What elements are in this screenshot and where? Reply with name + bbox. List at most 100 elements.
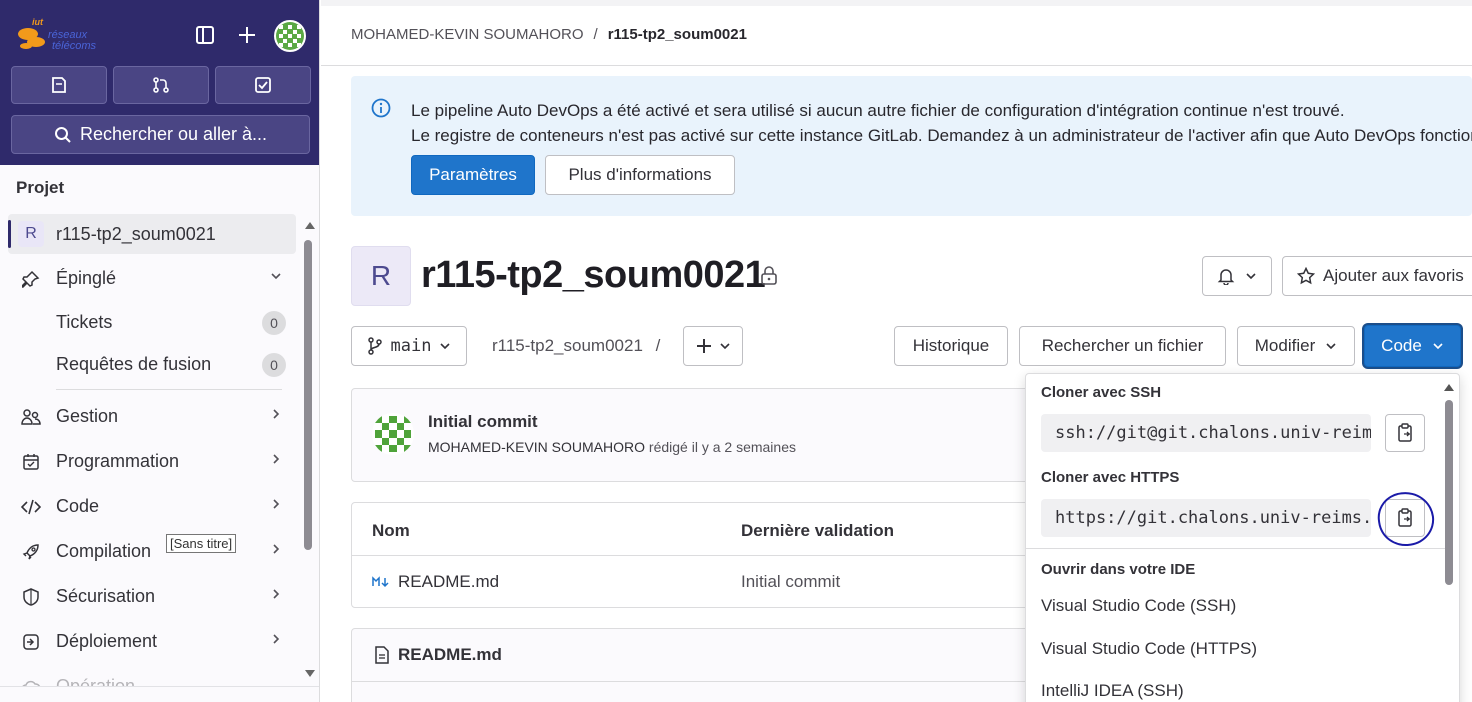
repo-path: r115-tp2_soum0021 /: [492, 336, 660, 356]
top-strip: [321, 0, 1472, 6]
edit-dropdown[interactable]: Modifier: [1237, 326, 1355, 366]
ide-item-vscode-https[interactable]: Visual Studio Code (HTTPS): [1041, 639, 1257, 659]
file-icon: [375, 646, 389, 664]
merge-requests-shortcut-button[interactable]: [113, 66, 209, 104]
sidebar-pinned-label: Épinglé: [56, 268, 117, 288]
sidebar-item-tickets[interactable]: Tickets 0: [0, 301, 300, 343]
find-file-button[interactable]: Rechercher un fichier: [1019, 326, 1226, 366]
more-info-button[interactable]: Plus d'informations: [545, 155, 735, 195]
chevron-down-icon: [1433, 343, 1443, 350]
code-button-label: Code: [1381, 336, 1422, 355]
sidebar-item-label: Gestion: [56, 406, 119, 426]
commit-author[interactable]: MOHAMED-KEVIN SOUMAHORO: [428, 439, 645, 455]
todo-icon: [255, 77, 271, 93]
sidebar-item-code[interactable]: Code: [0, 484, 300, 529]
repo-path-root[interactable]: r115-tp2_soum0021: [492, 336, 643, 355]
global-search-button[interactable]: Rechercher ou aller à...: [11, 115, 310, 154]
breadcrumb-project[interactable]: r115-tp2_soum0021: [608, 26, 747, 43]
chevron-right-icon: [273, 499, 280, 509]
add-file-dropdown[interactable]: [683, 326, 743, 366]
history-button[interactable]: Historique: [894, 326, 1008, 366]
dropdown-scroll-up-arrow[interactable]: [1444, 384, 1454, 391]
chevron-down-icon: [720, 343, 730, 350]
scroll-down-arrow[interactable]: [305, 670, 315, 677]
issues-icon: [52, 77, 66, 93]
dropdown-divider: [1026, 548, 1446, 549]
code-dropdown-button[interactable]: Code: [1364, 325, 1461, 367]
auto-devops-alert: Le pipeline Auto DevOps a été activé et …: [351, 76, 1472, 216]
readme-card: README.md: [351, 628, 1041, 702]
notifications-dropdown[interactable]: [1202, 256, 1272, 296]
sidebar-toggle-icon[interactable]: [190, 20, 220, 50]
table-divider: [352, 555, 1040, 556]
count-badge: 0: [262, 311, 286, 335]
sidebar-item-project[interactable]: R r115-tp2_soum0021: [8, 214, 296, 254]
branch-name: main: [390, 336, 432, 356]
readme-header: README.md: [374, 645, 502, 665]
tooltip: [Sans titre]: [166, 534, 237, 553]
alert-message: Le pipeline Auto DevOps a été activé et …: [411, 98, 1472, 148]
commit-author-avatar[interactable]: [372, 413, 414, 455]
issues-shortcut-button[interactable]: [11, 66, 107, 104]
sidebar-item-programmation[interactable]: Programmation: [0, 439, 300, 484]
todo-shortcut-button[interactable]: [215, 66, 311, 104]
plus-icon: [697, 339, 711, 353]
user-avatar[interactable]: [274, 20, 306, 52]
info-icon: [371, 98, 391, 123]
sidebar-item-gestion[interactable]: Gestion: [0, 394, 300, 439]
users-icon: [20, 406, 42, 428]
clipboard-icon: [1398, 423, 1412, 442]
table-row[interactable]: README.md: [372, 572, 499, 592]
commit-title[interactable]: Initial commit: [428, 412, 538, 432]
sidebar-item-merge-requests[interactable]: Requêtes de fusion 0: [0, 343, 300, 385]
sidebar-item-pinned[interactable]: Épinglé: [0, 256, 300, 301]
shield-icon: [20, 586, 42, 608]
sidebar-section-title: Projet: [16, 178, 65, 197]
svg-text:télécoms: télécoms: [52, 40, 97, 52]
commit-time: rédigé il y a 2 semaines: [648, 439, 796, 455]
scroll-up-arrow[interactable]: [305, 222, 315, 229]
sidebar: iut réseaux télécoms Rechercher ou aller…: [0, 0, 320, 702]
branch-selector[interactable]: main: [351, 326, 467, 366]
markdown-icon: [372, 576, 389, 588]
project-avatar-large: R: [351, 246, 411, 306]
project-avatar: R: [18, 221, 44, 247]
sidebar-scrollbar[interactable]: [304, 240, 312, 550]
readme-title: README.md: [398, 645, 502, 664]
sidebar-item-compilation[interactable]: Compilation: [0, 529, 300, 574]
ide-item-vscode-ssh[interactable]: Visual Studio Code (SSH): [1041, 596, 1236, 616]
dropdown-scrollbar[interactable]: [1445, 400, 1453, 585]
sidebar-nav: R r115-tp2_soum0021 Épinglé Tickets 0 Re…: [0, 214, 300, 702]
files-table: Nom Dernière validation README.md Initia…: [351, 502, 1041, 608]
sidebar-header: iut réseaux télécoms Rechercher ou aller…: [0, 0, 319, 165]
plus-icon[interactable]: [232, 20, 262, 50]
column-header-name: Nom: [372, 521, 410, 540]
breadcrumb-separator: /: [593, 26, 598, 43]
branch-icon: [367, 337, 382, 355]
sidebar-item-label: Sécurisation: [56, 586, 156, 606]
settings-button[interactable]: Paramètres: [411, 155, 535, 195]
sidebar-sub-label: Requêtes de fusion: [56, 353, 212, 374]
breadcrumb-owner[interactable]: MOHAMED-KEVIN SOUMAHORO: [351, 26, 584, 43]
calendar-icon: [20, 451, 42, 473]
commit-meta: MOHAMED-KEVIN SOUMAHORO rédigé il y a 2 …: [428, 439, 796, 455]
file-name[interactable]: README.md: [398, 572, 499, 592]
sidebar-item-deploiement[interactable]: Déploiement: [0, 619, 300, 664]
lock-icon: [760, 266, 778, 291]
alert-line-1: Le pipeline Auto DevOps a été activé et …: [411, 101, 1345, 120]
app: iut réseaux télécoms Rechercher ou aller…: [0, 0, 1472, 702]
chevron-down-icon: [1246, 273, 1256, 280]
svg-text:iut: iut: [32, 17, 44, 27]
clone-ssh-input[interactable]: ssh://git@git.chalons.univ-reims.fr: [1041, 414, 1371, 452]
deploy-icon: [20, 631, 42, 653]
repo-path-separator: /: [655, 336, 661, 355]
code-icon: [20, 496, 42, 518]
clone-https-input[interactable]: https://git.chalons.univ-reims.fr: [1041, 499, 1371, 537]
file-last-commit[interactable]: Initial commit: [741, 572, 840, 592]
sidebar-item-label: Programmation: [56, 451, 180, 471]
star-button[interactable]: Ajouter aux favoris: [1282, 256, 1472, 296]
sidebar-item-securisation[interactable]: Sécurisation: [0, 574, 300, 619]
iut-logo[interactable]: iut réseaux télécoms: [14, 16, 132, 56]
copy-ssh-button[interactable]: [1385, 414, 1425, 452]
ide-item-intellij-ssh[interactable]: IntelliJ IDEA (SSH): [1041, 681, 1184, 701]
